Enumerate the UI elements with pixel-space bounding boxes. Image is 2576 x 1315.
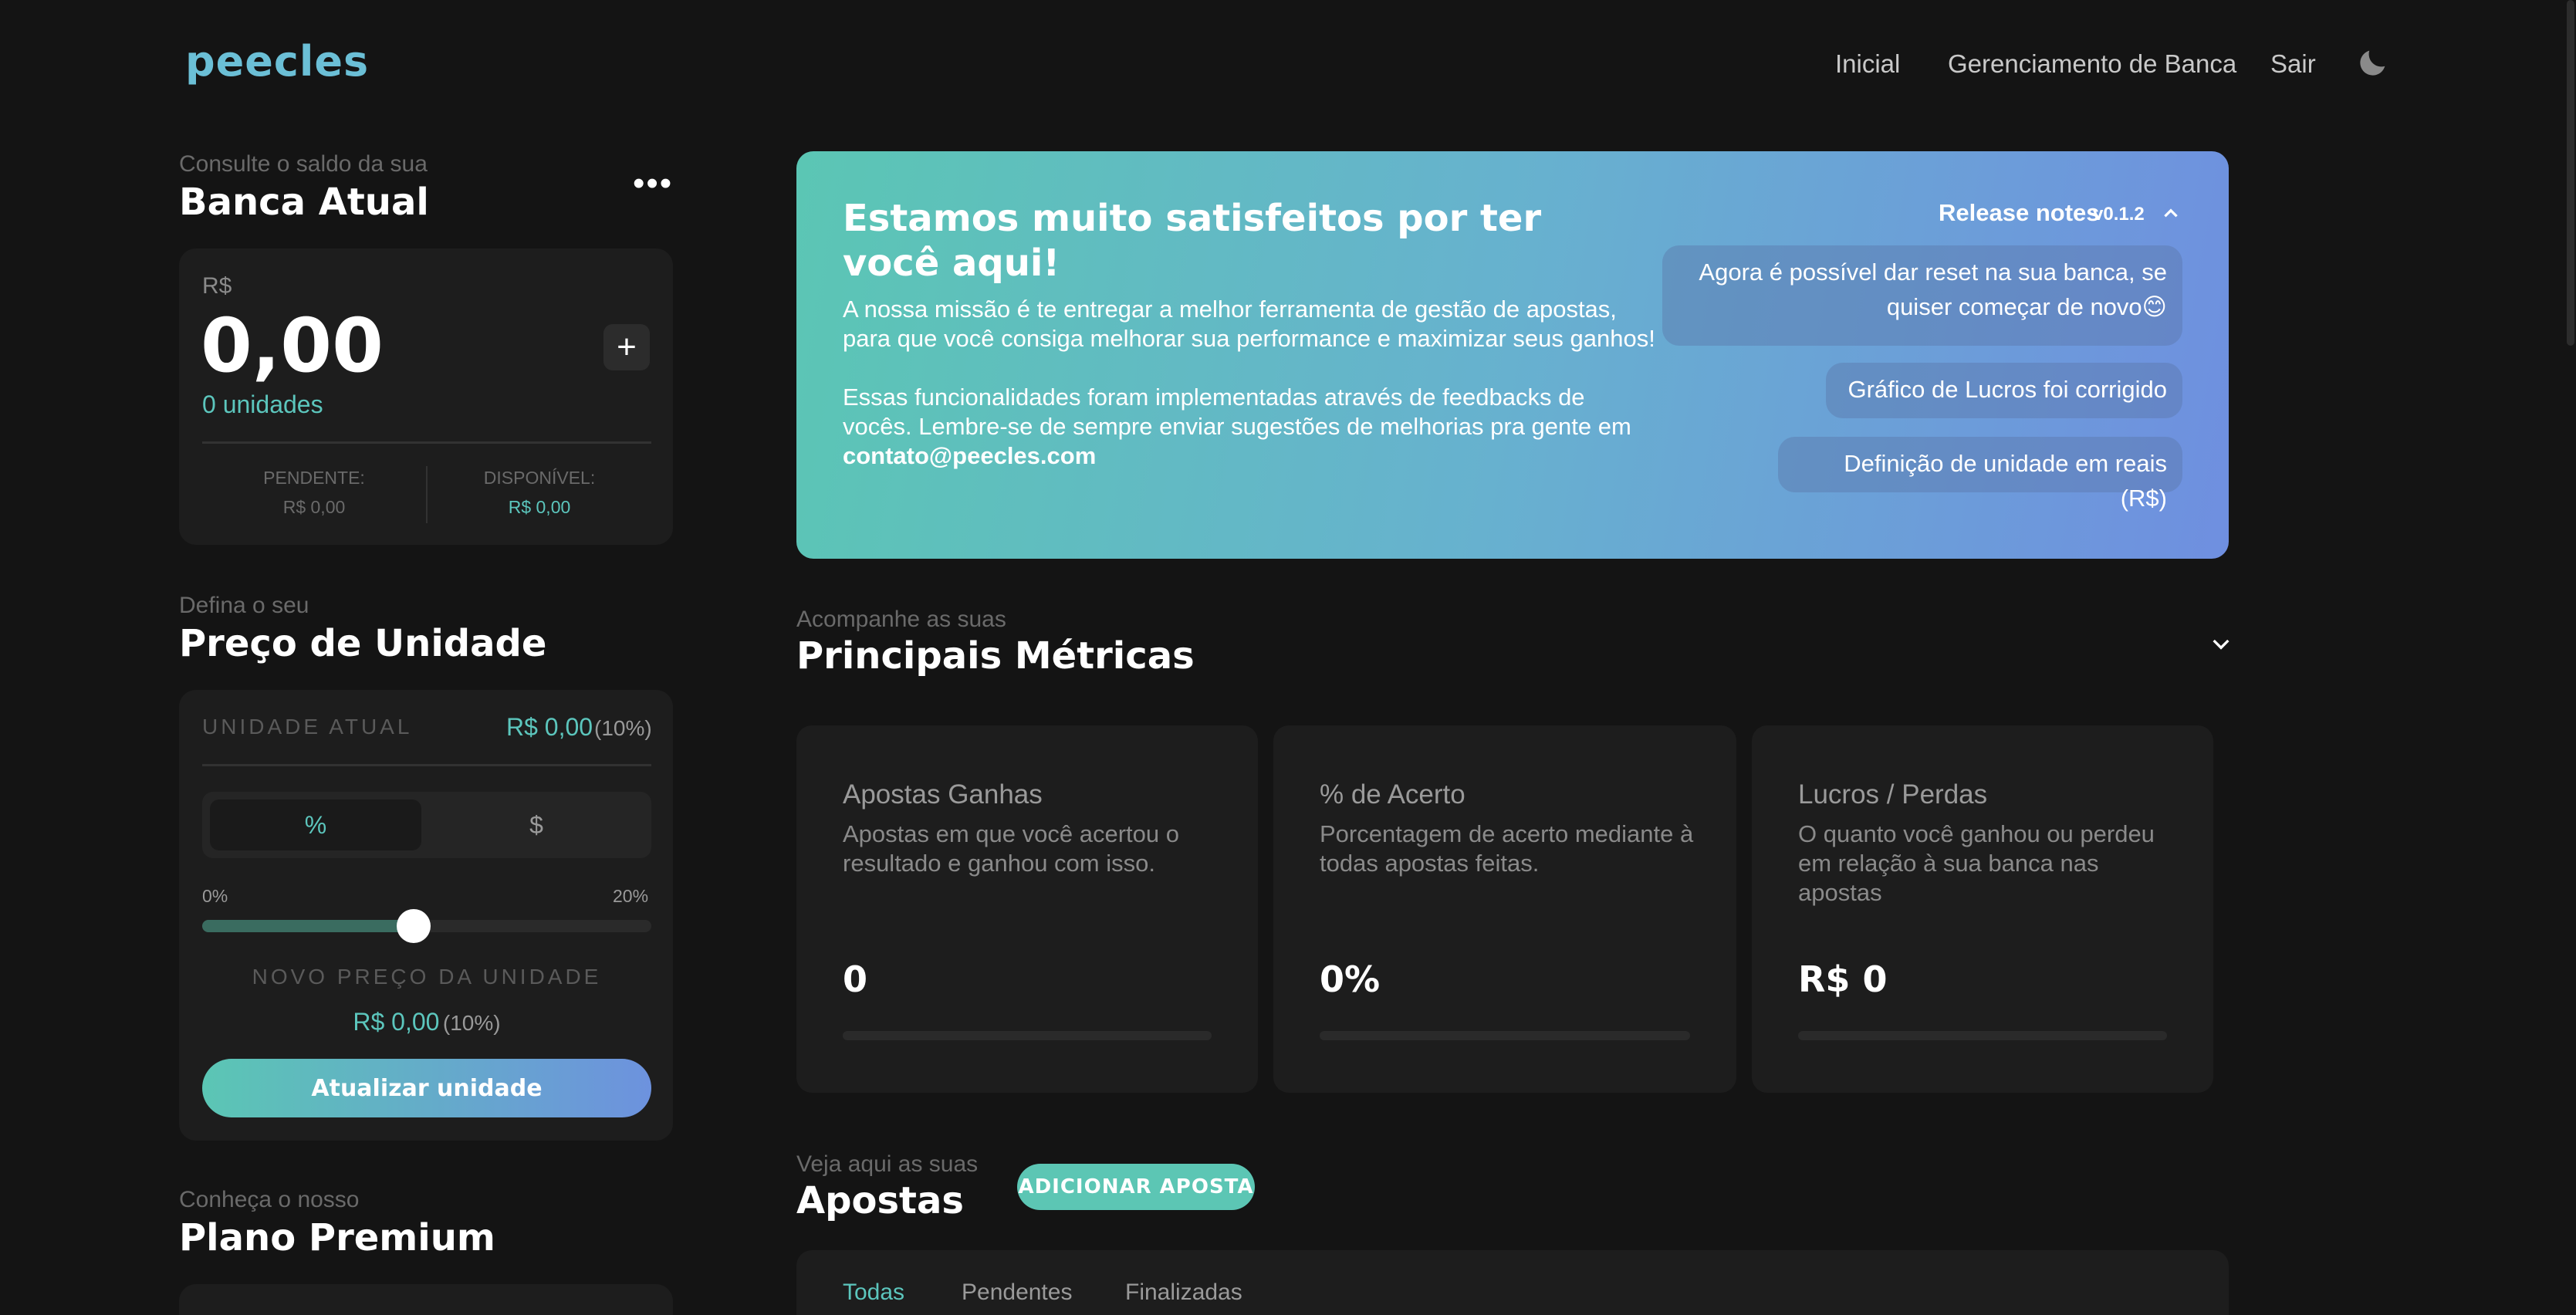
contact-email-link[interactable]: contato@peecles.com xyxy=(843,441,1096,471)
new-unit-pct: (10%) xyxy=(442,1011,501,1035)
metric-value: R$ 0 xyxy=(1798,958,1888,1000)
metric-bar xyxy=(843,1031,1212,1040)
metric-title: % de Acerto xyxy=(1320,779,1465,810)
metric-desc: O quanto você ganhou ou perdeu em relaçã… xyxy=(1798,820,2155,906)
current-unit-value: R$ 0,00 xyxy=(506,713,593,741)
metric-title: Lucros / Perdas xyxy=(1798,779,1988,810)
nav-inicial[interactable]: Inicial xyxy=(1835,49,1900,79)
scrollbar[interactable] xyxy=(2567,0,2574,346)
unit-slider-track[interactable] xyxy=(202,909,651,943)
moon-icon[interactable] xyxy=(2355,45,2391,80)
metric-bar xyxy=(1320,1031,1690,1040)
hero-text-1: A nossa missão é te entregar a melhor fe… xyxy=(843,296,1655,352)
unit-divider xyxy=(202,764,651,766)
metric-desc: Porcentagem de acerto mediante à todas a… xyxy=(1320,820,1694,877)
hero-text-2: Essas funcionalidades foram implementada… xyxy=(843,384,1631,440)
chevron-up-icon[interactable] xyxy=(2161,204,2181,224)
slider-max-label: 20% xyxy=(613,886,649,906)
tab-pendentes[interactable]: Pendentes xyxy=(962,1280,1072,1306)
release-note-1: Agora é possível dar reset na sua banca,… xyxy=(1662,245,2182,346)
metric-value: 0 xyxy=(843,958,868,1000)
available-label: DISPONÍVEL: xyxy=(483,468,596,488)
new-unit-value: R$ 0,00 xyxy=(353,1008,440,1036)
nav-gerenciamento-de-banca[interactable]: Gerenciamento de Banca xyxy=(1948,49,2236,79)
release-notes-version: v0.1.2 xyxy=(2093,204,2145,225)
metrics-title: Principais Métricas xyxy=(796,634,1195,678)
release-note-3: Definição de unidade em reais (R$) xyxy=(1778,437,2182,512)
bank-eyebrow: Consulte o saldo da sua xyxy=(179,151,428,177)
bank-currency: R$ xyxy=(202,273,232,299)
premium-eyebrow: Conheça o nosso xyxy=(179,1187,360,1212)
bank-divider xyxy=(202,441,651,444)
new-unit-label: NOVO PREÇO DA UNIDADE xyxy=(252,965,602,989)
release-note-2: Gráfico de Lucros foi corrigido xyxy=(1826,363,2182,418)
unit-eyebrow: Defina o seu xyxy=(179,593,309,618)
premium-card xyxy=(179,1284,673,1315)
current-unit-label: UNIDADE ATUAL xyxy=(202,715,413,739)
tab-todas[interactable]: Todas xyxy=(843,1280,904,1306)
current-unit-pct: (10%) xyxy=(594,716,652,740)
hero-title: Estamos muito satisfeitos por ter você a… xyxy=(843,197,1542,285)
mode-percent-button[interactable]: % xyxy=(210,799,421,850)
logo[interactable]: peecles xyxy=(185,37,369,86)
unit-slider-fill xyxy=(202,920,414,932)
chevron-down-icon[interactable] xyxy=(2209,631,2233,656)
slider-min-label: 0% xyxy=(202,886,228,906)
bank-title: Banca Atual xyxy=(179,181,429,224)
unit-title: Preço de Unidade xyxy=(179,622,547,665)
metrics-eyebrow: Acompanhe as suas xyxy=(796,607,1006,632)
premium-title: Plano Premium xyxy=(179,1216,495,1259)
available-value: R$ 0,00 xyxy=(508,497,571,517)
release-notes-label[interactable]: Release notes xyxy=(1939,199,2100,227)
tab-finalizadas[interactable]: Finalizadas xyxy=(1125,1280,1242,1306)
nav-sair[interactable]: Sair xyxy=(2270,49,2316,79)
bets-eyebrow: Veja aqui as suas xyxy=(796,1151,979,1177)
new-unit-value-row: R$ 0,00 (10%) xyxy=(202,1008,651,1036)
metric-bar xyxy=(1798,1031,2167,1040)
pending-value: R$ 0,00 xyxy=(282,497,346,517)
more-options-icon[interactable]: ••• xyxy=(633,167,673,201)
unit-slider-thumb[interactable] xyxy=(397,909,431,943)
metric-desc: Apostas em que você acertou o resultado … xyxy=(843,820,1179,877)
bank-units: 0 unidades xyxy=(202,390,323,418)
bank-amount: 0,00 xyxy=(201,303,384,389)
pending-label: PENDENTE: xyxy=(263,468,365,488)
metric-value: 0% xyxy=(1320,958,1381,1000)
metric-title: Apostas Ganhas xyxy=(843,779,1043,810)
add-funds-button[interactable]: + xyxy=(603,324,650,370)
bets-title: Apostas xyxy=(796,1179,964,1222)
mode-currency-button[interactable]: $ xyxy=(429,799,644,850)
add-bet-button[interactable]: ADICIONAR APOSTA xyxy=(1017,1164,1255,1210)
update-unit-button[interactable]: Atualizar unidade xyxy=(202,1059,651,1117)
